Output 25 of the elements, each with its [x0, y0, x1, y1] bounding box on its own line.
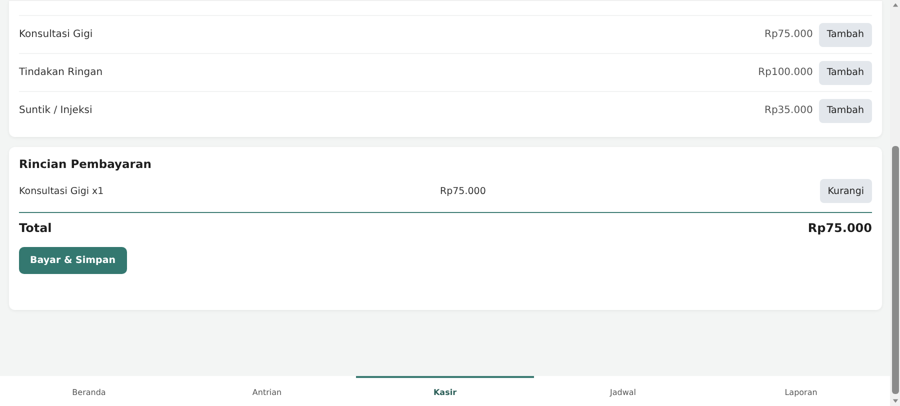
service-price: Rp100.000 — [758, 67, 813, 78]
nav-tab[interactable]: Jadwal — [534, 376, 712, 406]
service-name: Konsultasi Gigi — [19, 29, 94, 40]
scrollbar[interactable] — [890, 0, 900, 406]
service-name: Tindakan Ringan — [19, 67, 104, 78]
nav-tab[interactable]: Kasir — [356, 376, 534, 406]
item-name: Konsultasi Gigi x1 — [19, 186, 105, 196]
total-value: Rp75.000 — [808, 221, 872, 235]
total-label: Total — [19, 221, 52, 235]
payment-title: Rincian Pembayaran — [19, 157, 152, 171]
pay-button[interactable]: Bayar & Simpan — [19, 247, 127, 274]
service-name: Suntik / Injeksi — [19, 105, 94, 116]
scroll-down-icon[interactable] — [892, 398, 898, 404]
nav-tab[interactable]: Antrian — [178, 376, 356, 406]
item-price: Rp75.000 — [440, 186, 487, 196]
nav-tab[interactable]: Beranda — [0, 376, 178, 406]
service-price: Rp35.000 — [764, 105, 813, 116]
nav-tab[interactable]: Laporan — [712, 376, 890, 406]
service-price: Rp75.000 — [764, 29, 813, 40]
add-button[interactable]: Tambah — [818, 60, 872, 84]
add-button[interactable]: Tambah — [818, 98, 872, 122]
reduce-button[interactable]: Kurangi — [820, 179, 872, 203]
add-button[interactable]: Tambah — [818, 22, 872, 46]
scroll-up-icon[interactable] — [892, 2, 898, 8]
scroll-thumb[interactable] — [892, 146, 898, 394]
